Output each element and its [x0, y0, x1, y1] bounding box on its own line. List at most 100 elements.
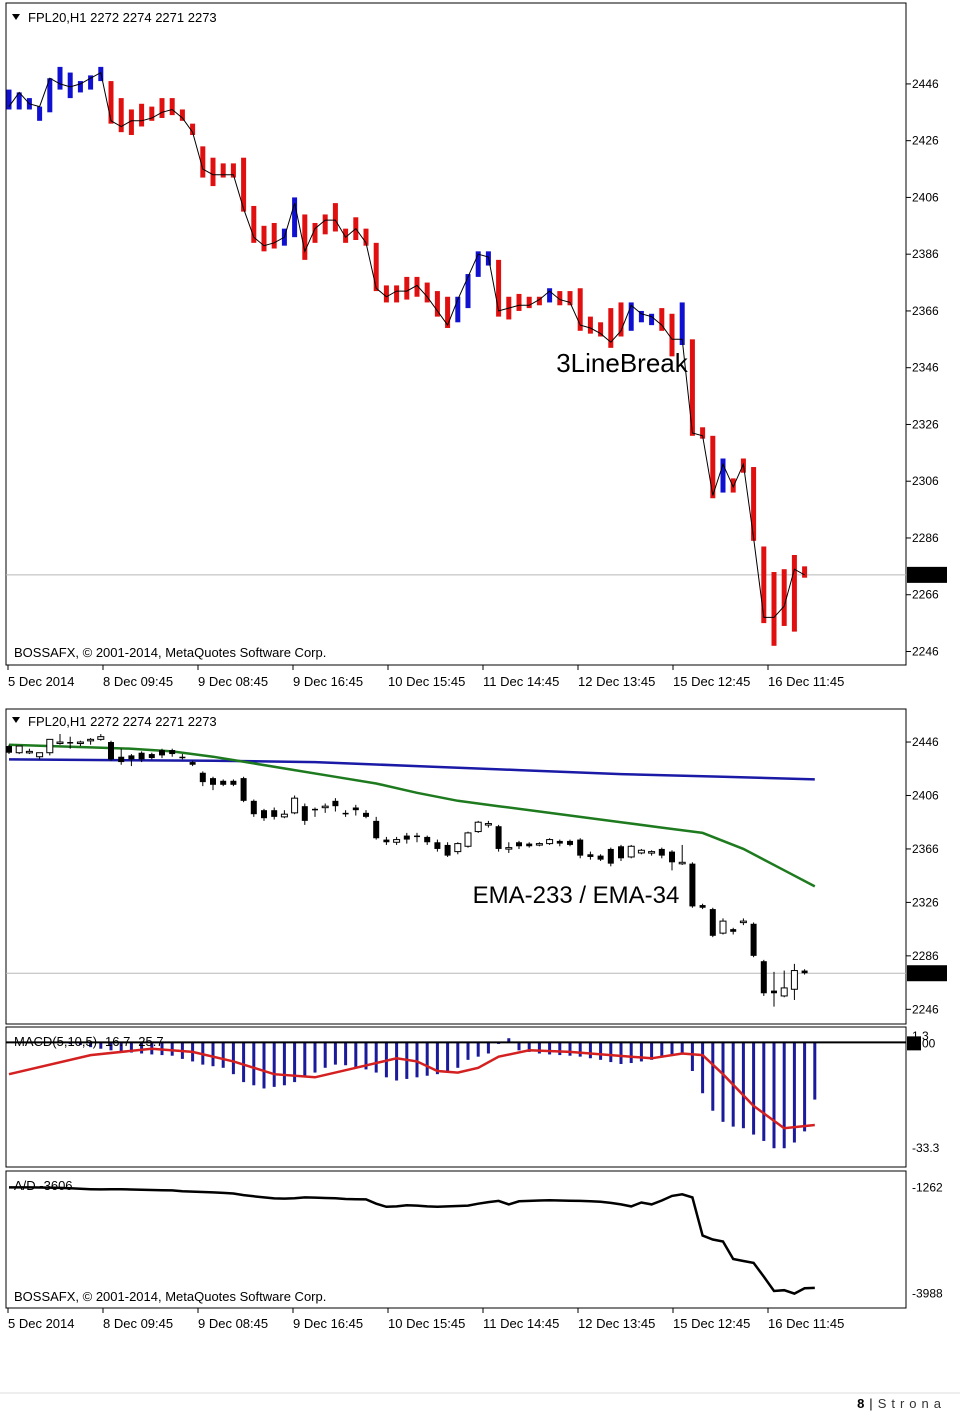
time-tick-label: 16 Dec 11:45: [768, 1316, 844, 1331]
price-bar: [210, 157, 216, 187]
candle-body-down: [199, 772, 206, 783]
time-tick-label: 15 Dec 12:45: [673, 674, 750, 689]
candle-body-down: [577, 839, 584, 856]
price-bar: [791, 555, 797, 632]
ad-axis-min: -3988: [912, 1287, 943, 1301]
macd-axis-zero: 0.00: [912, 1036, 936, 1050]
price-bar: [383, 285, 389, 303]
candle-body-up: [56, 741, 64, 745]
macd-histogram-bar: [262, 1042, 266, 1089]
candle-body-down: [108, 742, 114, 760]
price-bar: [159, 98, 165, 118]
price-bar: [587, 316, 593, 334]
price-bar: [598, 322, 604, 337]
macd-axis-min: -33.3: [912, 1141, 940, 1155]
candle-body-down: [312, 808, 318, 811]
page-footer: 8 | Strona: [857, 1396, 946, 1411]
main-chart-copyright: BOSSAFX, © 2001-2014, MetaQuotes Softwar…: [14, 645, 326, 660]
macd-histogram-bar: [670, 1042, 674, 1056]
candle-body-down: [658, 848, 665, 856]
candle-body-down: [618, 846, 624, 859]
macd-histogram-bar: [629, 1042, 633, 1064]
candle-body-up: [627, 845, 635, 858]
candle-body-down: [352, 807, 359, 811]
main-chart-header: FPL20,H1 2272 2274 2271 2273: [28, 10, 217, 25]
macd-histogram-bar: [456, 1042, 460, 1068]
price-tick-label: 2286: [912, 531, 939, 545]
candle-body-down: [67, 742, 74, 744]
candle-body-down: [159, 750, 165, 756]
candle-body-down: [403, 835, 410, 840]
price-bar: [67, 72, 73, 99]
candle-body-up: [719, 920, 727, 934]
macd-histogram-bar: [548, 1042, 552, 1055]
macd-histogram-bar: [517, 1042, 521, 1051]
candle-body-down: [587, 854, 594, 857]
candle-body-down: [444, 844, 451, 856]
candle-body-up: [280, 813, 288, 818]
macd-histogram-bar: [323, 1042, 327, 1068]
candle-body-down: [342, 812, 349, 815]
candle-body-down: [495, 826, 502, 849]
main-chart-current-price-badge: 2273: [907, 566, 947, 583]
macd-histogram-bar: [782, 1042, 786, 1149]
macd-histogram-bar: [741, 1042, 745, 1129]
price-bar: [679, 302, 685, 345]
macd-histogram-bar: [446, 1042, 450, 1071]
macd-histogram-bar: [395, 1042, 399, 1081]
candle-body-up: [15, 745, 23, 754]
price-bar: [271, 222, 277, 249]
candle-body-down: [148, 754, 155, 759]
macd-histogram-bar: [568, 1042, 572, 1056]
candle-body-down: [301, 806, 308, 821]
ema-price-tick-label: 2366: [912, 842, 939, 856]
macd-histogram-bar: [619, 1042, 623, 1064]
main-chart-panel: FPL20,H1 2272 2274 2271 2273 3LineBreak …: [5, 2, 947, 689]
macd-panel: MACD(5,10,5) -16.7 -25.7 1.3 0.00 -33.3: [5, 1026, 940, 1168]
candle-body-down: [179, 756, 186, 759]
candle-body-down: [261, 810, 267, 819]
macd-histogram-bar: [425, 1042, 429, 1076]
price-tick-label: 2306: [912, 474, 939, 488]
price-bar: [465, 274, 471, 309]
candle-body-down: [240, 778, 247, 801]
macd-histogram-bar: [272, 1042, 276, 1087]
candle-body-up: [678, 861, 686, 865]
price-bar: [108, 81, 114, 124]
candle-body-down: [373, 820, 380, 839]
candle-body-down: [220, 780, 227, 785]
price-bar: [526, 296, 532, 309]
candle-body-up: [535, 843, 543, 846]
price-bar: [404, 276, 410, 300]
macd-histogram-bar: [231, 1042, 235, 1075]
price-bar: [139, 103, 145, 127]
candle-body-down: [189, 762, 196, 765]
candle-body-up: [87, 738, 95, 742]
time-tick-label: 9 Dec 16:45: [293, 674, 363, 689]
macd-histogram-bar: [252, 1042, 256, 1086]
candle-body-up: [546, 839, 554, 845]
candle-body-down: [801, 970, 808, 974]
candle-body-down: [424, 836, 431, 843]
macd-histogram-bar: [772, 1042, 776, 1149]
candle-body-down: [709, 909, 716, 936]
ema-chart-annotation: EMA-233 / EMA-34: [473, 882, 680, 909]
ema-price-tick-label: 2406: [912, 788, 939, 802]
candle-body-up: [97, 736, 105, 740]
price-bar: [730, 478, 736, 493]
macd-histogram-bar: [762, 1042, 766, 1141]
price-bar: [37, 106, 43, 121]
candle-body-up: [321, 805, 329, 809]
current-price-label: 2273: [912, 568, 939, 582]
price-tick-label: 2386: [912, 247, 939, 261]
macd-histogram-bar: [466, 1042, 470, 1060]
price-bar: [771, 572, 777, 646]
candle-body-down: [771, 990, 777, 994]
candle-body-down: [730, 929, 737, 932]
ad-copyright: BOSSAFX, © 2001-2014, MetaQuotes Softwar…: [14, 1289, 326, 1304]
macd-histogram-bar: [803, 1042, 807, 1132]
macd-histogram-bar: [303, 1042, 307, 1076]
candle-body-up: [484, 823, 492, 826]
macd-histogram-bar: [354, 1042, 358, 1068]
time-tick-label: 12 Dec 13:45: [578, 674, 655, 689]
